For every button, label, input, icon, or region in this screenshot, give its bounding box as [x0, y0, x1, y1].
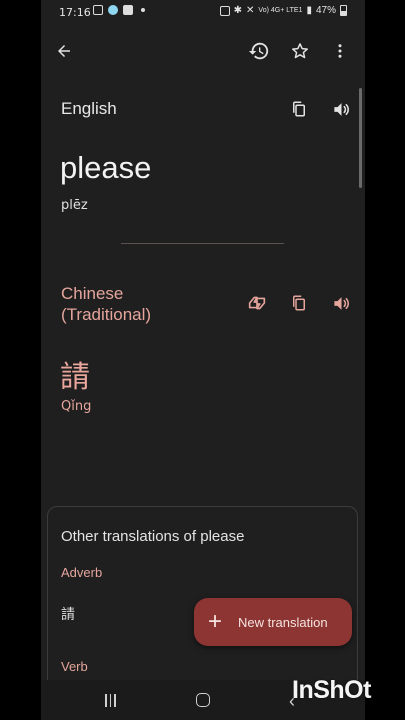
- more-options-button[interactable]: [325, 36, 355, 66]
- new-translation-label: New translation: [238, 614, 328, 630]
- network-label: Vo) 4G+ LTE1: [258, 7, 303, 14]
- more-notifications-icon: [141, 8, 145, 12]
- target-language-label: Chinese (Traditional): [61, 284, 152, 324]
- star-outline-icon: [292, 43, 308, 59]
- listen-source-button[interactable]: [326, 94, 356, 124]
- copy-icon: [293, 295, 305, 311]
- recents-button[interactable]: [105, 694, 116, 707]
- scrollbar[interactable]: [359, 88, 362, 188]
- screenshot-icon: [93, 5, 103, 15]
- battery-percent: 47%: [315, 5, 336, 16]
- pos-label-verb: Verb: [61, 659, 88, 674]
- swap-quotes-icon: [248, 296, 266, 310]
- check-notification-icon: [123, 5, 133, 15]
- source-transliteration: plēz: [61, 198, 88, 213]
- app-notification-icon: [108, 5, 118, 15]
- status-time: 17:16: [59, 6, 91, 19]
- history-icon: [248, 42, 269, 60]
- more-vertical-icon: [338, 44, 342, 58]
- notification-icons: [93, 5, 145, 15]
- home-button[interactable]: [196, 693, 210, 707]
- inshot-watermark: InShOt: [292, 676, 371, 704]
- toolbar: [41, 32, 365, 72]
- speaker-icon: [333, 102, 349, 116]
- mute-icon: ✕: [246, 5, 255, 16]
- translated-text[interactable]: 請: [60, 352, 90, 396]
- favorite-button[interactable]: [285, 36, 315, 66]
- alternatives-button[interactable]: [242, 288, 272, 318]
- alarm-icon: [219, 5, 230, 16]
- translated-transliteration: Qǐng: [61, 399, 92, 414]
- plus-icon: +: [208, 608, 223, 635]
- back-button[interactable]: [49, 36, 79, 66]
- new-translation-button[interactable]: + New translation: [194, 598, 352, 646]
- arrow-left-icon: [58, 45, 70, 57]
- listen-translation-button[interactable]: [326, 288, 356, 318]
- bluetooth-icon: ✱: [233, 5, 243, 16]
- translate-screen: 17:16 ✱ ✕ Vo) 4G+ LTE1 ▮ 47% English ple…: [41, 0, 365, 720]
- speaker-icon: [333, 296, 349, 310]
- history-button[interactable]: [244, 36, 274, 66]
- status-bar: 17:16 ✱ ✕ Vo) 4G+ LTE1 ▮ 47%: [41, 0, 365, 24]
- other-translations-title: Other translations of please: [61, 528, 245, 545]
- system-icons: ✱ ✕ Vo) 4G+ LTE1 ▮ 47%: [219, 5, 347, 16]
- battery-icon: [340, 5, 347, 16]
- signal-icon: ▮: [306, 5, 312, 16]
- alternative-word[interactable]: 請: [61, 604, 75, 624]
- copy-icon: [293, 101, 305, 117]
- source-language-label: English: [61, 99, 117, 118]
- copy-translation-button[interactable]: [284, 288, 314, 318]
- copy-source-button[interactable]: [284, 94, 314, 124]
- source-text[interactable]: please: [60, 150, 151, 186]
- divider: [121, 243, 284, 244]
- pos-label-adverb: Adverb: [61, 565, 103, 580]
